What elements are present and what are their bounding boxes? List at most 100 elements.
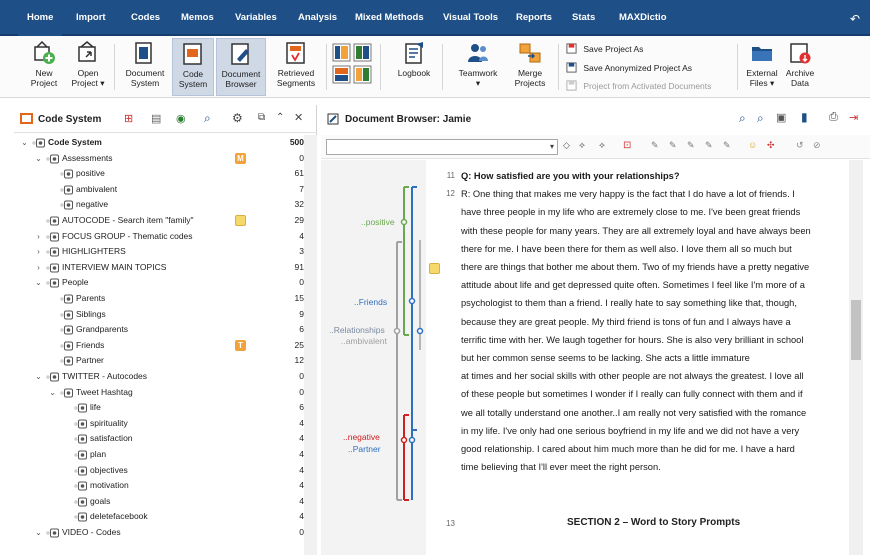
close-icon[interactable]: ✕ bbox=[294, 111, 303, 124]
stripe-label-relationships[interactable]: ..Relationships bbox=[329, 325, 385, 335]
text-line[interactable]: of these people but sometimes I wonder i… bbox=[461, 387, 803, 402]
highlighter-icon[interactable]: ✎ bbox=[705, 140, 717, 152]
highlighter-icon[interactable]: ✎ bbox=[723, 140, 735, 152]
stripe-label-partner[interactable]: ..Partner bbox=[348, 444, 381, 454]
code-icon[interactable]: ◇ bbox=[563, 140, 575, 152]
code-tree-row[interactable]: ⌄ VIDEO - Codes 0 bbox=[14, 525, 304, 541]
stripe-label-positive[interactable]: ..positive bbox=[361, 217, 395, 227]
chevron-down-icon[interactable]: ⌄ bbox=[34, 525, 43, 541]
memo-type-icon[interactable]: M bbox=[235, 152, 246, 164]
export-icon[interactable]: ⇥ bbox=[849, 111, 858, 124]
document-browser-button[interactable]: Document Browser bbox=[216, 38, 266, 96]
highlighter-icon[interactable]: ✎ bbox=[687, 140, 699, 152]
chevron-down-icon[interactable]: ⌄ bbox=[48, 385, 57, 401]
menu-import[interactable]: Import bbox=[76, 12, 106, 23]
question-line[interactable]: Q: How satisfied are you with your relat… bbox=[461, 169, 680, 184]
memo-icon[interactable] bbox=[235, 215, 246, 226]
code-combo-box[interactable]: ▾ bbox=[326, 139, 558, 155]
maximize-icon[interactable]: ⌃ bbox=[276, 112, 284, 123]
memo-type-icon[interactable]: T bbox=[235, 339, 246, 351]
archive-data-button[interactable]: Archive Data bbox=[782, 38, 818, 96]
code-tree-row[interactable]: › INTERVIEW MAIN TOPICS 91 bbox=[14, 260, 304, 276]
external-files-button[interactable]: External Files ▾ bbox=[742, 38, 782, 96]
code-tree-row[interactable]: satisfaction 4 bbox=[14, 431, 304, 447]
code-tree-row[interactable]: positive 61 bbox=[14, 166, 304, 182]
code-tree-row[interactable]: negative 32 bbox=[14, 197, 304, 213]
new-code-icon[interactable]: ⊞ bbox=[124, 112, 133, 125]
symbol-icon[interactable]: ✣ bbox=[767, 140, 779, 152]
chevron-down-icon[interactable]: ⌄ bbox=[34, 369, 43, 385]
text-line[interactable]: attitude about life and get depressed qu… bbox=[461, 278, 805, 293]
text-line[interactable]: psychologist to them than a friend. I re… bbox=[461, 296, 797, 311]
chevron-right-icon[interactable]: › bbox=[34, 229, 43, 245]
search-icon[interactable]: ⌕ bbox=[204, 111, 211, 126]
menu-reports[interactable]: Reports bbox=[516, 12, 552, 23]
code-tree-row[interactable]: objectives 4 bbox=[14, 463, 304, 479]
merge-projects-button[interactable]: Merge Projects bbox=[508, 38, 552, 96]
memo-icon[interactable]: ▤ bbox=[151, 112, 161, 125]
chevron-down-icon[interactable]: ⌄ bbox=[20, 135, 29, 151]
code-tree-row[interactable]: motivation 4 bbox=[14, 478, 304, 494]
undo-icon[interactable]: ↶ bbox=[850, 12, 860, 26]
code-tree-row[interactable]: Friends T 25 bbox=[14, 338, 304, 354]
text-line[interactable]: we all totally understand one another..I… bbox=[461, 406, 806, 421]
undock-icon[interactable]: ⧉ bbox=[258, 112, 265, 123]
code-tree-row[interactable]: ambivalent 7 bbox=[14, 182, 304, 198]
menu-codes[interactable]: Codes bbox=[131, 12, 160, 23]
layout-buttons[interactable] bbox=[330, 38, 374, 96]
code-tree-row[interactable]: ⌄ Tweet Hashtag 0 bbox=[14, 385, 304, 401]
code-with-new-code-icon[interactable]: ⟡ bbox=[599, 140, 611, 152]
code-tree-row[interactable]: ⌄ Code System 500 bbox=[14, 135, 304, 151]
text-line[interactable]: there are things that bother me about th… bbox=[461, 260, 809, 275]
text-line[interactable]: there for me. I have been there for them… bbox=[461, 242, 792, 257]
code-tree-row[interactable]: Partner 12 bbox=[14, 353, 304, 369]
save-anonymized-button[interactable]: Save Anonymized Project As bbox=[566, 61, 692, 75]
print-icon[interactable]: ⎙ bbox=[829, 111, 838, 124]
save-project-as-button[interactable]: Save Project As bbox=[566, 42, 643, 56]
chevron-right-icon[interactable]: › bbox=[34, 260, 43, 276]
highlighter-icon[interactable]: ✎ bbox=[669, 140, 681, 152]
code-tree-row[interactable]: deletefacebook 4 bbox=[14, 509, 304, 525]
retrieved-segments-button[interactable]: Retrieved Segments bbox=[270, 38, 322, 96]
document-scrollbar[interactable] bbox=[849, 160, 863, 555]
gear-icon[interactable]: ⚙ bbox=[232, 111, 243, 125]
stripe-label-friends[interactable]: ..Friends bbox=[354, 297, 387, 307]
text-line[interactable]: time believing that I'll ever meet the r… bbox=[461, 460, 661, 475]
activate-icon[interactable]: ◉ bbox=[176, 112, 186, 125]
text-line[interactable]: good relationship. I cared about him muc… bbox=[461, 442, 795, 457]
code-tree-row[interactable]: ⌄ Assessments M 0 bbox=[14, 151, 304, 167]
chevron-right-icon[interactable]: › bbox=[34, 244, 43, 260]
code-tree-row[interactable]: plan 4 bbox=[14, 447, 304, 463]
code-tree-row[interactable]: spirituality 4 bbox=[14, 416, 304, 432]
code-tree-row[interactable]: Siblings 9 bbox=[14, 307, 304, 323]
chevron-down-icon[interactable]: ⌄ bbox=[34, 275, 43, 291]
menu-visual-tools[interactable]: Visual Tools bbox=[443, 12, 498, 23]
text-line[interactable]: in my life. I've only had one serious bo… bbox=[461, 424, 799, 439]
undo-code-icon[interactable]: ↺ bbox=[796, 140, 808, 152]
zoom-icon[interactable]: ⌕ bbox=[757, 111, 764, 126]
text-line[interactable]: but her common sense seems to be lacking… bbox=[461, 351, 750, 366]
menu-maxdictio[interactable]: MAXDictio bbox=[619, 12, 667, 23]
open-project-button[interactable]: Open Project ▾ bbox=[68, 38, 108, 96]
logbook-button[interactable]: Logbook bbox=[393, 38, 435, 96]
menu-home[interactable]: Home bbox=[18, 6, 63, 36]
code-tree-row[interactable]: › FOCUS GROUP - Thematic codes 4 bbox=[14, 229, 304, 245]
menu-analysis[interactable]: Analysis bbox=[298, 12, 337, 23]
code-tree-row[interactable]: › HIGHLIGHTERS 3 bbox=[14, 244, 304, 260]
text-line[interactable]: with these people for many years. They a… bbox=[461, 224, 811, 239]
text-line[interactable]: R: One thing that makes me very happy is… bbox=[461, 187, 795, 202]
stripe-label-negative[interactable]: ..negative bbox=[343, 432, 380, 442]
chevron-down-icon[interactable]: ⌄ bbox=[34, 151, 43, 167]
document-system-button[interactable]: Document System bbox=[120, 38, 170, 96]
text-line[interactable]: terrific time with her. We laugh togethe… bbox=[461, 333, 803, 348]
code-tree-row[interactable]: Parents 15 bbox=[14, 291, 304, 307]
menu-stats[interactable]: Stats bbox=[572, 12, 595, 23]
document-scrollbar-thumb[interactable] bbox=[851, 300, 861, 360]
code-tree-row[interactable]: life 6 bbox=[14, 400, 304, 416]
code-tree-row[interactable]: ⌄ TWITTER - Autocodes 0 bbox=[14, 369, 304, 385]
stripe-label-ambivalent[interactable]: ..ambivalent bbox=[341, 336, 387, 346]
teamwork-button[interactable]: Teamwork ▾ bbox=[452, 38, 504, 96]
code-favorites-icon[interactable]: ⊡ bbox=[623, 140, 635, 152]
new-project-button[interactable]: New Project bbox=[22, 38, 66, 96]
display-icon[interactable]: ▣ bbox=[776, 111, 786, 124]
